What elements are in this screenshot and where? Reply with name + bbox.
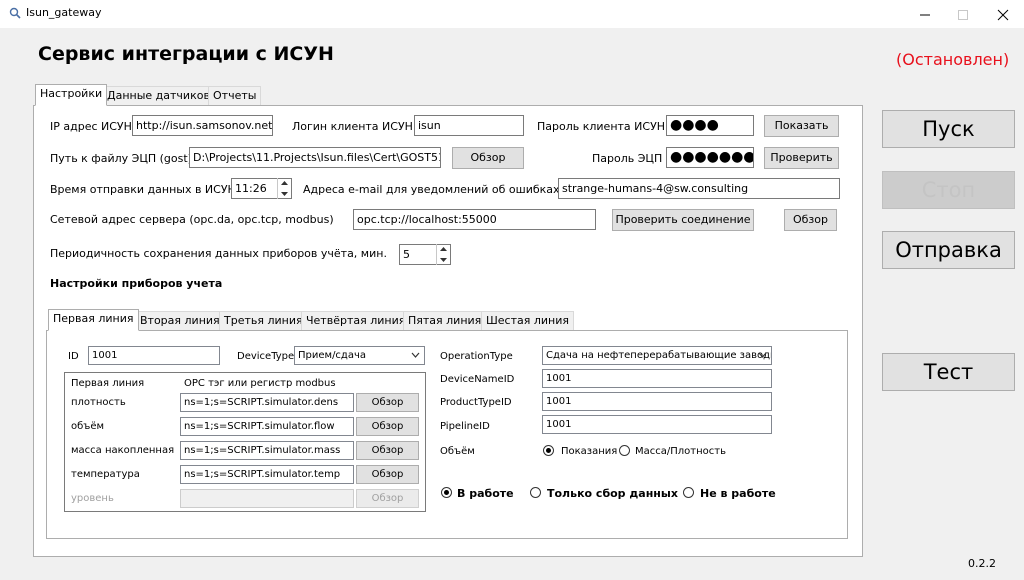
- spin-up-icon[interactable]: [437, 244, 450, 255]
- browse-mass-button[interactable]: Обзор: [356, 441, 419, 460]
- send-time-label: Время отправки данных в ИСУН: [50, 183, 236, 196]
- device-name-label: DeviceNameID: [440, 374, 515, 385]
- operation-type-label: OperationType: [440, 351, 513, 362]
- tag-input-temperature[interactable]: ns=1;s=SCRIPT.simulator.temp: [180, 465, 354, 484]
- volume-label: Объём: [440, 446, 475, 457]
- operation-type-value: Сдача на нефтеперерабатывающие заводы: [546, 350, 772, 361]
- password-label: Пароль клиента ИСУН: [537, 120, 666, 133]
- product-type-input[interactable]: 1001: [542, 392, 772, 411]
- send-button[interactable]: Отправка: [882, 231, 1015, 269]
- spin-up-icon[interactable]: [278, 178, 291, 189]
- send-time-spinner[interactable]: [277, 178, 291, 199]
- test-button[interactable]: Тест: [882, 353, 1015, 391]
- tag-input-level: [180, 489, 354, 508]
- tab-line-1[interactable]: Первая линия: [48, 309, 139, 331]
- tab-line-4[interactable]: Четвёртая линия: [301, 311, 411, 331]
- radio-state-working-label[interactable]: В работе: [457, 487, 514, 500]
- row-label-mass: масса накопленная: [71, 445, 175, 456]
- tag-input-volume[interactable]: ns=1;s=SCRIPT.simulator.flow: [180, 417, 354, 436]
- tab-settings[interactable]: Настройки: [35, 84, 108, 106]
- tag-input-mass[interactable]: ns=1;s=SCRIPT.simulator.mass: [180, 441, 354, 460]
- show-password-button[interactable]: Показать: [764, 115, 839, 137]
- period-label: Периодичность сохранения данных приборов…: [50, 247, 387, 260]
- password-input[interactable]: ●●●●: [666, 115, 754, 136]
- tab-reports[interactable]: Отчеты: [208, 86, 262, 106]
- ecp-path-input[interactable]: D:\Projects\11.Projects\Isun.files\Cert\…: [189, 147, 441, 168]
- ecp-path-label: Путь к файлу ЭЦП (gost): [50, 152, 192, 165]
- maximize-icon: [958, 10, 968, 20]
- tab-sensor-data[interactable]: Данные датчиков: [102, 86, 215, 106]
- ecp-password-input[interactable]: ●●●●●●●●: [666, 147, 754, 168]
- row-label-density: плотность: [71, 397, 126, 408]
- row-label-level: уровень: [71, 493, 114, 504]
- ip-address-input[interactable]: http://isun.samsonov.net: [132, 115, 273, 136]
- line-id-input[interactable]: 1001: [88, 346, 220, 365]
- group-header: OPC тэг или регистр modbus: [184, 378, 336, 389]
- tab-line-3[interactable]: Третья линия: [219, 311, 308, 331]
- radio-state-collect-only[interactable]: [530, 487, 541, 498]
- spin-down-icon[interactable]: [278, 189, 291, 200]
- browse-temperature-button[interactable]: Обзор: [356, 465, 419, 484]
- server-browse-button[interactable]: Обзор: [784, 209, 837, 231]
- pipeline-label: PipelineID: [440, 421, 490, 432]
- send-time-value: 11:26: [235, 182, 267, 195]
- tab-line-5[interactable]: Пятая линия: [403, 311, 487, 331]
- device-type-value: Прием/сдача: [298, 350, 367, 361]
- radio-state-not-working[interactable]: [683, 487, 694, 498]
- app-icon: [9, 7, 21, 19]
- row-label-temperature: температура: [71, 469, 140, 480]
- check-ecp-button[interactable]: Проверить: [764, 147, 839, 169]
- window-title: Isun_gateway: [26, 6, 102, 19]
- radio-state-not-working-label[interactable]: Не в работе: [700, 487, 776, 500]
- radio-state-working[interactable]: [441, 487, 452, 498]
- ecp-browse-button[interactable]: Обзор: [452, 147, 524, 169]
- browse-level-button: Обзор: [356, 489, 419, 508]
- email-label: Адреса e-mail для уведомлений об ошибках: [303, 183, 560, 196]
- tab-line-6[interactable]: Шестая линия: [481, 311, 574, 331]
- login-label: Логин клиента ИСУН: [292, 120, 413, 133]
- stop-button: Стоп: [882, 171, 1015, 209]
- devices-heading: Настройки приборов учета: [50, 277, 223, 290]
- close-icon: [997, 9, 1009, 21]
- radio-state-collect-only-label[interactable]: Только сбор данных: [547, 487, 678, 500]
- email-input[interactable]: strange-humans-4@sw.consulting: [558, 178, 840, 199]
- minimize-icon: [920, 14, 930, 16]
- group-title: Первая линия: [71, 378, 145, 389]
- device-name-input[interactable]: 1001: [542, 369, 772, 388]
- pipeline-input[interactable]: 1001: [542, 415, 772, 434]
- check-connection-button[interactable]: Проверить соединение: [612, 209, 754, 231]
- spin-down-icon[interactable]: [437, 255, 450, 266]
- server-address-label: Сетевой адрес сервера (opc.da, opc.tcp, …: [50, 213, 334, 226]
- radio-volume-readings-label[interactable]: Показания: [561, 446, 617, 457]
- device-type-label: DeviceType: [237, 351, 295, 362]
- title-bar: Isun_gateway: [0, 0, 1024, 28]
- radio-volume-mass-density[interactable]: [619, 445, 630, 456]
- start-button[interactable]: Пуск: [882, 110, 1015, 148]
- server-address-input[interactable]: opc.tcp://localhost:55000: [353, 209, 596, 230]
- service-status: (Остановлен): [896, 50, 1010, 69]
- login-input[interactable]: isun: [414, 115, 524, 136]
- chevron-down-icon: [411, 352, 420, 358]
- browse-volume-button[interactable]: Обзор: [356, 417, 419, 436]
- ip-label: IP адрес ИСУН: [50, 120, 132, 133]
- radio-volume-readings[interactable]: [543, 445, 554, 456]
- browse-density-button[interactable]: Обзор: [356, 393, 419, 412]
- ecp-password-label: Пароль ЭЦП: [592, 152, 663, 165]
- product-type-label: ProductTypeID: [440, 397, 512, 408]
- period-spinner[interactable]: [436, 244, 450, 265]
- period-value: 5: [403, 248, 410, 261]
- maximize-button: [946, 0, 980, 28]
- version-label: 0.2.2: [968, 557, 996, 570]
- chevron-down-icon: [758, 352, 767, 358]
- tag-input-density[interactable]: ns=1;s=SCRIPT.simulator.dens: [180, 393, 354, 412]
- row-label-volume: объём: [71, 421, 105, 432]
- page-title: Сервис интеграции с ИСУН: [38, 43, 334, 65]
- device-type-select[interactable]: Прием/сдача: [294, 346, 425, 365]
- minimize-button[interactable]: [908, 0, 942, 28]
- line-id-label: ID: [68, 351, 79, 362]
- radio-volume-mass-density-label[interactable]: Масса/Плотность: [635, 446, 726, 457]
- close-button[interactable]: [986, 0, 1020, 28]
- tab-line-2[interactable]: Вторая линия: [135, 311, 225, 331]
- operation-type-select[interactable]: Сдача на нефтеперерабатывающие заводы: [542, 346, 772, 365]
